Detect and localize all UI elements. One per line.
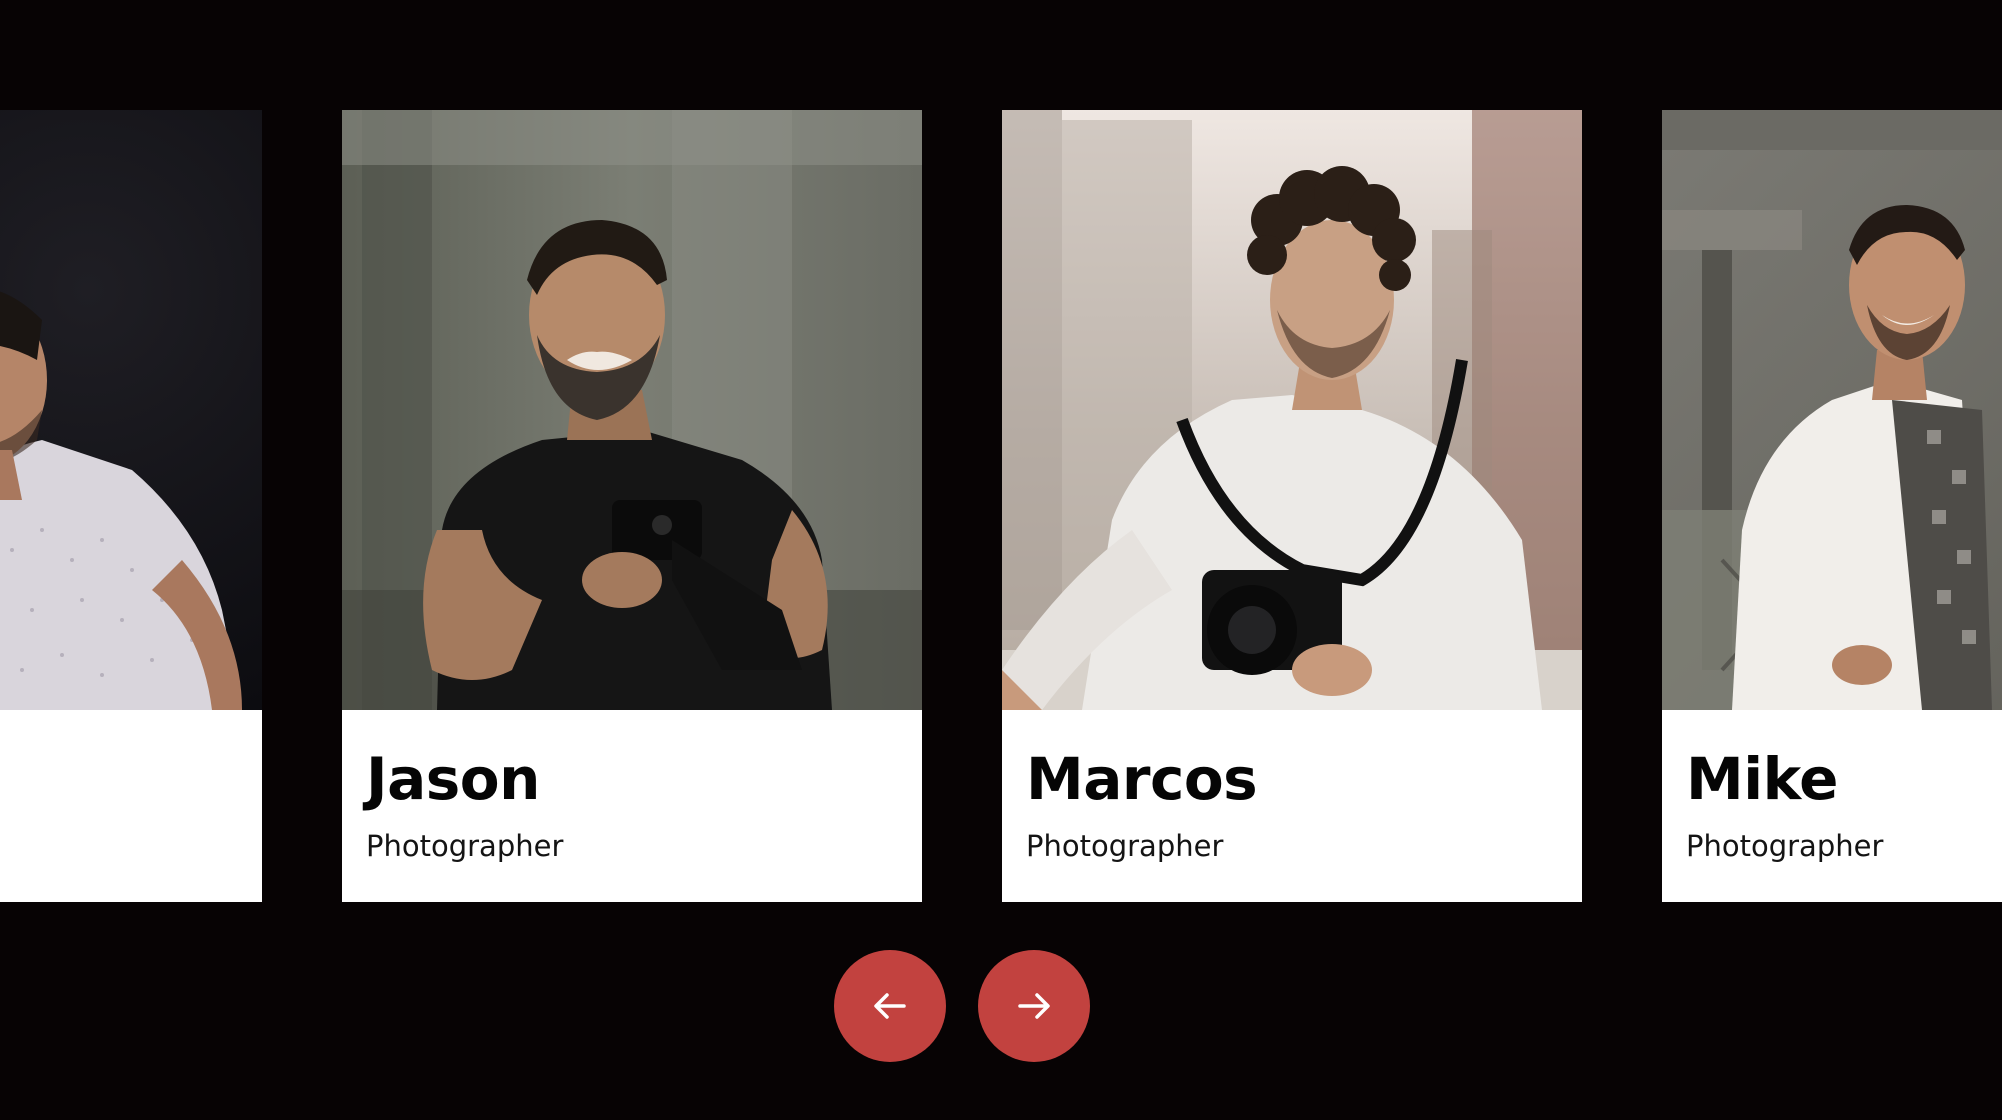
team-card-mike[interactable]: Mike Photographer [1662, 110, 2002, 902]
next-button[interactable] [978, 950, 1090, 1062]
team-card-partial[interactable] [0, 110, 262, 902]
team-member-photo [1662, 110, 2002, 710]
team-card-jason[interactable]: Jason Photographer [342, 110, 922, 902]
team-member-role: Photographer [366, 829, 564, 863]
previous-button[interactable] [834, 950, 946, 1062]
arrow-left-icon [874, 993, 906, 1019]
team-carousel: Jason Photographer Marcos Photographer M… [0, 0, 2002, 1120]
team-member-name: Jason [366, 745, 540, 813]
team-member-name: Mike [1686, 745, 1838, 813]
team-card-marcos[interactable]: Marcos Photographer [1002, 110, 1582, 902]
team-member-photo [1002, 110, 1582, 710]
team-member-role: Photographer [1026, 829, 1224, 863]
arrow-right-icon [1018, 993, 1050, 1019]
team-member-name: Marcos [1026, 745, 1258, 813]
team-member-photo [342, 110, 922, 710]
team-member-role: Photographer [1686, 829, 1884, 863]
team-member-photo [0, 110, 262, 710]
